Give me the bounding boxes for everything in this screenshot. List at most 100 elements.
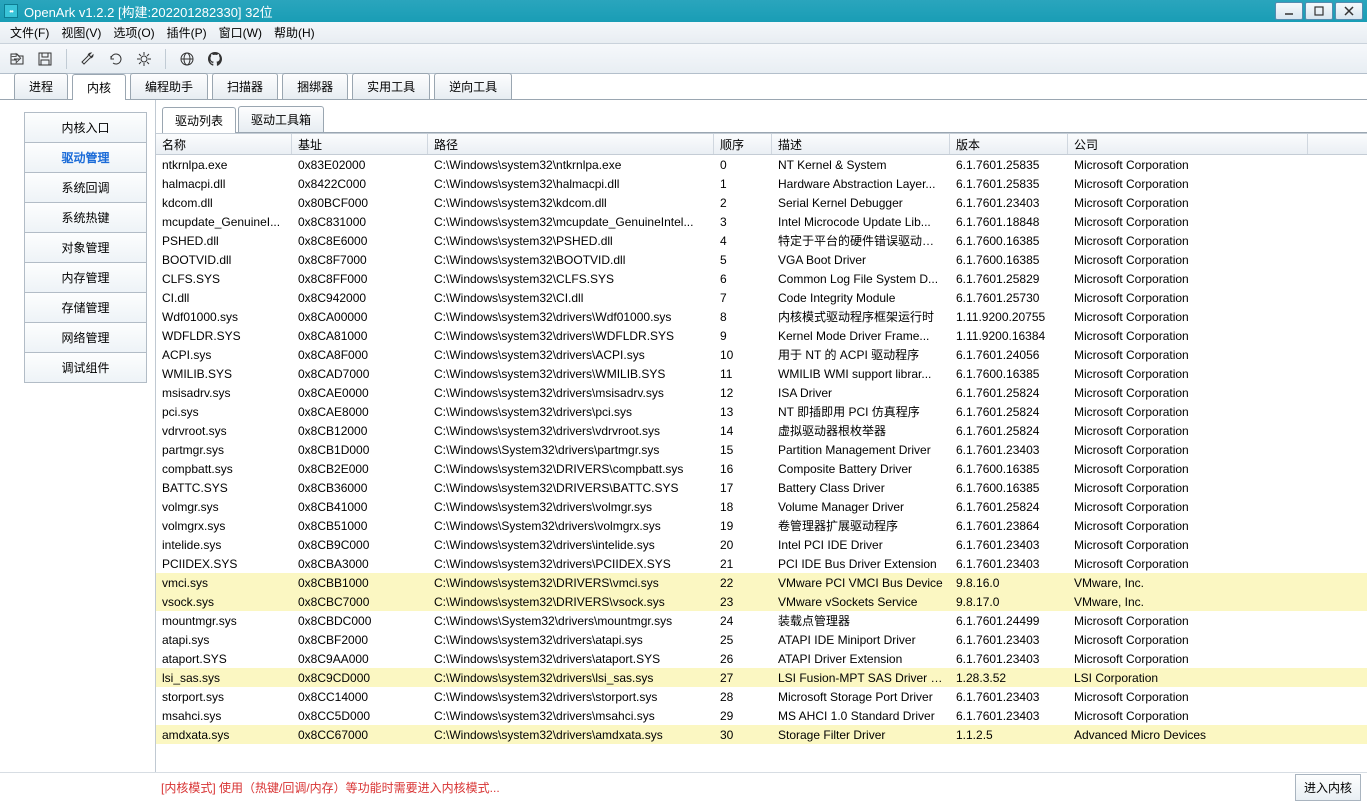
tab-kernel[interactable]: 内核 [72,74,126,100]
side-mem-mgmt[interactable]: 内存管理 [24,263,147,293]
cell: Microsoft Corporation [1068,690,1308,704]
side-driver-mgmt[interactable]: 驱动管理 [24,143,147,173]
table-row[interactable]: msahci.sys0x8CC5D000C:\Windows\system32\… [156,706,1367,725]
cell: 15 [714,443,772,457]
table-row[interactable]: msisadrv.sys0x8CAE0000C:\Windows\system3… [156,383,1367,402]
table-row[interactable]: PCIIDEX.SYS0x8CBA3000C:\Windows\system32… [156,554,1367,573]
table-row[interactable]: CI.dll0x8C942000C:\Windows\system32\CI.d… [156,288,1367,307]
table-row[interactable]: ACPI.sys0x8CA8F000C:\Windows\system32\dr… [156,345,1367,364]
table-row[interactable]: mcupdate_GenuineI...0x8C831000C:\Windows… [156,212,1367,231]
cell: compbatt.sys [156,462,292,476]
tab-codehelp[interactable]: 编程助手 [130,73,208,99]
menu-file[interactable]: 文件(F) [4,22,55,43]
table-row[interactable]: lsi_sas.sys0x8C9CD000C:\Windows\system32… [156,668,1367,687]
table-row[interactable]: kdcom.dll0x80BCF000C:\Windows\system32\k… [156,193,1367,212]
menu-view[interactable]: 视图(V) [55,22,107,43]
menu-help[interactable]: 帮助(H) [268,22,321,43]
table-row[interactable]: intelide.sys0x8CB9C000C:\Windows\system3… [156,535,1367,554]
table-row[interactable]: WDFLDR.SYS0x8CA81000C:\Windows\system32\… [156,326,1367,345]
menu-window[interactable]: 窗口(W) [213,22,268,43]
side-kernel-entry[interactable]: 内核入口 [24,112,147,143]
col-ver[interactable]: 版本 [950,134,1068,154]
tab-bundler[interactable]: 捆绑器 [282,73,348,99]
table-row[interactable]: halmacpi.dll0x8422C000C:\Windows\system3… [156,174,1367,193]
github-icon[interactable] [206,50,224,68]
cell: C:\Windows\system32\PSHED.dll [428,234,714,248]
side-net-mgmt[interactable]: 网络管理 [24,323,147,353]
cell: NT Kernel & System [772,158,950,172]
cell: C:\Windows\system32\ntkrnlpa.exe [428,158,714,172]
table-row[interactable]: amdxata.sys0x8CC67000C:\Windows\system32… [156,725,1367,744]
col-order[interactable]: 顺序 [714,134,772,154]
cell: C:\Windows\system32\kdcom.dll [428,196,714,210]
table-row[interactable]: pci.sys0x8CAE8000C:\Windows\system32\dri… [156,402,1367,421]
tab-process[interactable]: 进程 [14,73,68,99]
tab-reverse[interactable]: 逆向工具 [434,73,512,99]
minimize-button[interactable] [1275,2,1303,20]
close-button[interactable] [1335,2,1363,20]
table-row[interactable]: Wdf01000.sys0x8CA00000C:\Windows\system3… [156,307,1367,326]
app-icon [4,4,18,18]
side-sys-callback[interactable]: 系统回调 [24,173,147,203]
table-row[interactable]: BOOTVID.dll0x8C8F7000C:\Windows\system32… [156,250,1367,269]
subtab-driver-list[interactable]: 驱动列表 [162,107,236,133]
table-row[interactable]: PSHED.dll0x8C8E6000C:\Windows\system32\P… [156,231,1367,250]
gear-icon[interactable] [135,50,153,68]
cell: 6.1.7601.24056 [950,348,1068,362]
cell: lsi_sas.sys [156,671,292,685]
cell: Serial Kernel Debugger [772,196,950,210]
tab-scanner[interactable]: 扫描器 [212,73,278,99]
cell: 1.11.9200.16384 [950,329,1068,343]
cell: Microsoft Corporation [1068,196,1308,210]
table-row[interactable]: ntkrnlpa.exe0x83E02000C:\Windows\system3… [156,155,1367,174]
cell: 9.8.16.0 [950,576,1068,590]
cell: C:\Windows\system32\halmacpi.dll [428,177,714,191]
table-row[interactable]: CLFS.SYS0x8C8FF000C:\Windows\system32\CL… [156,269,1367,288]
menu-plugins[interactable]: 插件(P) [161,22,213,43]
maximize-button[interactable] [1305,2,1333,20]
save-icon[interactable] [36,50,54,68]
cell: Microsoft Corporation [1068,158,1308,172]
open-icon[interactable] [8,50,26,68]
sub-tabs: 驱动列表 驱动工具箱 [162,106,1367,133]
table-row[interactable]: vdrvroot.sys0x8CB12000C:\Windows\system3… [156,421,1367,440]
col-path[interactable]: 路径 [428,134,714,154]
col-base[interactable]: 基址 [292,134,428,154]
cell: 6.1.7601.23403 [950,196,1068,210]
grid-body[interactable]: ntkrnlpa.exe0x83E02000C:\Windows\system3… [156,155,1367,772]
table-row[interactable]: partmgr.sys0x8CB1D000C:\Windows\System32… [156,440,1367,459]
table-row[interactable]: vmci.sys0x8CBB1000C:\Windows\system32\DR… [156,573,1367,592]
cell: Kernel Mode Driver Frame... [772,329,950,343]
table-row[interactable]: vsock.sys0x8CBC7000C:\Windows\system32\D… [156,592,1367,611]
side-obj-mgmt[interactable]: 对象管理 [24,233,147,263]
table-row[interactable]: volmgrx.sys0x8CB51000C:\Windows\System32… [156,516,1367,535]
globe-icon[interactable] [178,50,196,68]
table-row[interactable]: storport.sys0x8CC14000C:\Windows\system3… [156,687,1367,706]
col-name[interactable]: 名称 [156,134,292,154]
col-company[interactable]: 公司 [1068,134,1308,154]
cell: 0x8CB9C000 [292,538,428,552]
tab-utils[interactable]: 实用工具 [352,73,430,99]
cell: Microsoft Corporation [1068,633,1308,647]
table-row[interactable]: compbatt.sys0x8CB2E000C:\Windows\system3… [156,459,1367,478]
side-storage-mgmt[interactable]: 存储管理 [24,293,147,323]
table-row[interactable]: ataport.SYS0x8C9AA000C:\Windows\system32… [156,649,1367,668]
table-row[interactable]: mountmgr.sys0x8CBDC000C:\Windows\System3… [156,611,1367,630]
cell: Microsoft Storage Port Driver [772,690,950,704]
subtab-driver-tools[interactable]: 驱动工具箱 [238,106,324,132]
side-debug-comp[interactable]: 调试组件 [24,353,147,383]
col-desc[interactable]: 描述 [772,134,950,154]
cell: 0 [714,158,772,172]
wrench-icon[interactable] [79,50,97,68]
table-row[interactable]: BATTC.SYS0x8CB36000C:\Windows\system32\D… [156,478,1367,497]
menu-options[interactable]: 选项(O) [107,22,160,43]
side-sys-hotkey[interactable]: 系统热键 [24,203,147,233]
cell: Hardware Abstraction Layer... [772,177,950,191]
table-row[interactable]: WMILIB.SYS0x8CAD7000C:\Windows\system32\… [156,364,1367,383]
table-row[interactable]: atapi.sys0x8CBF2000C:\Windows\system32\d… [156,630,1367,649]
cell: Microsoft Corporation [1068,310,1308,324]
cell: Microsoft Corporation [1068,405,1308,419]
refresh-icon[interactable] [107,50,125,68]
enter-kernel-button[interactable]: 进入内核 [1295,774,1361,801]
table-row[interactable]: volmgr.sys0x8CB41000C:\Windows\system32\… [156,497,1367,516]
